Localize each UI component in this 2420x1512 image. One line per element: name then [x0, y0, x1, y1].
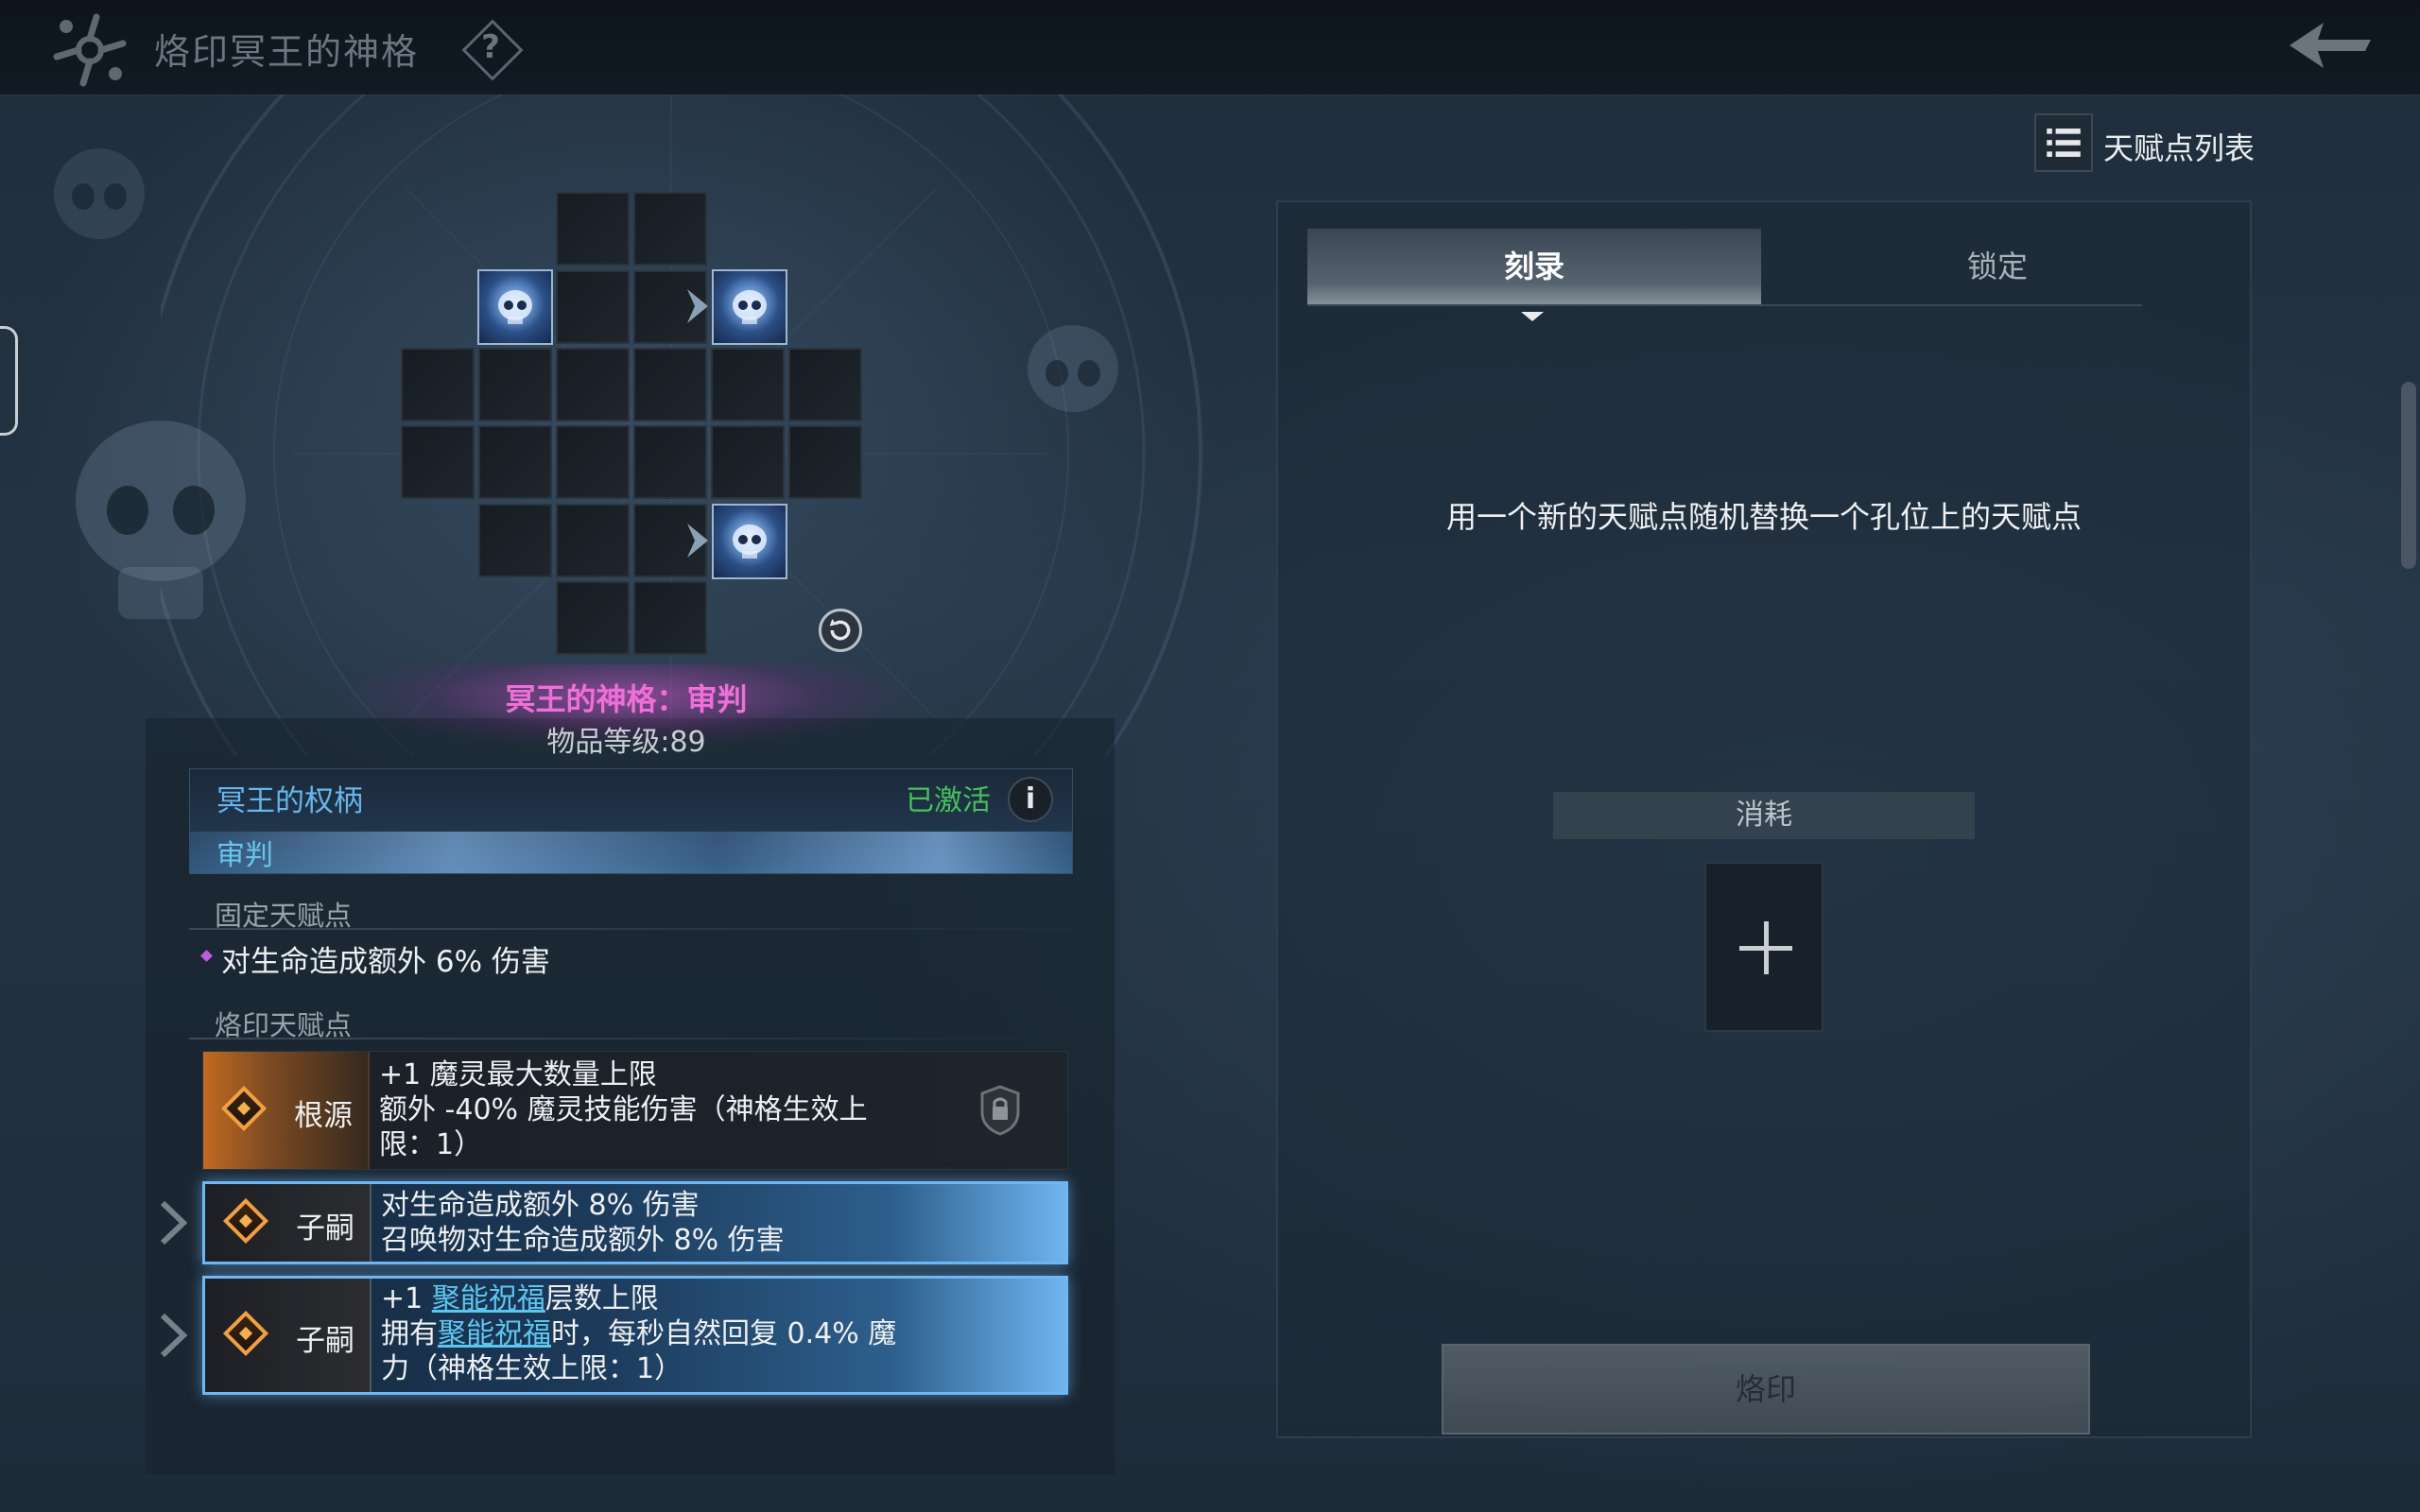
talent-type-label: 子嗣: [296, 1324, 354, 1358]
talent-line: 限：1）: [379, 1128, 483, 1161]
talent-list-button[interactable]: 天赋点列表: [2034, 113, 2261, 176]
talent-type-badge: 根源: [203, 1052, 370, 1169]
talent-line: +1 魔灵最大数量上限: [379, 1058, 657, 1091]
socket-slot[interactable]: [556, 348, 630, 421]
help-button[interactable]: ?: [461, 19, 524, 81]
divider: [189, 928, 1115, 930]
socket-slot[interactable]: [556, 504, 630, 577]
engrave-description: 用一个新的天赋点随机替换一个孔位上的天赋点: [1445, 499, 2082, 535]
talent-text: 层数上限: [544, 1282, 659, 1315]
engrave-button[interactable]: 烙印: [1442, 1344, 2090, 1435]
scepter-name: 冥王的权柄: [216, 784, 363, 818]
talent-line: 力（神格生效上限：1）: [381, 1352, 683, 1385]
talent-text: 拥有: [381, 1317, 438, 1350]
side-drawer-handle[interactable]: [0, 326, 18, 436]
list-icon: [2034, 113, 2093, 172]
top-bar: 烙印冥王的神格 ?: [0, 0, 2420, 95]
scrollbar[interactable]: [2401, 382, 2416, 569]
talent-type-label: 子嗣: [296, 1211, 354, 1246]
skull-ornament: [54, 148, 145, 239]
talent-row-child[interactable]: 子嗣 +1 聚能祝福层数上限 拥有聚能祝福时，每秒自然回复 0.4% 魔 力（神…: [202, 1276, 1068, 1395]
socket-slot[interactable]: [556, 270, 630, 344]
chevron-right-icon: [160, 1200, 187, 1246]
talent-row-root[interactable]: 根源 +1 魔灵最大数量上限 额外 -40% 魔灵技能伤害（神格生效上 限：1）: [202, 1051, 1068, 1170]
info-button[interactable]: i: [1008, 777, 1053, 822]
link-arrow-icon: [687, 289, 708, 323]
talent-line: 对生命造成额外 8% 伤害: [381, 1189, 700, 1222]
lock-icon[interactable]: [978, 1084, 1022, 1137]
socket-slot[interactable]: [478, 425, 552, 499]
tab-engrave[interactable]: 刻录: [1307, 229, 1761, 306]
talent-type-badge: 子嗣: [205, 1184, 372, 1262]
talent-gem-skull-icon[interactable]: [477, 269, 553, 345]
socket-slot[interactable]: [788, 348, 862, 421]
socket-slot[interactable]: [401, 425, 475, 499]
scepter-banner-wave: [190, 832, 1072, 873]
socket-slot[interactable]: [478, 348, 552, 421]
talent-text: +1: [381, 1282, 432, 1315]
help-icon: ?: [481, 28, 500, 66]
socket-slot[interactable]: [556, 425, 630, 499]
chevron-right-icon: [160, 1313, 187, 1358]
socket-slot[interactable]: [556, 581, 630, 655]
talent-type-badge: 子嗣: [205, 1279, 372, 1392]
cost-item-slot[interactable]: [1704, 862, 1824, 1032]
talent-type-label: 根源: [294, 1099, 353, 1133]
skull-ornament: [1028, 325, 1118, 412]
cost-label: 消耗: [1553, 792, 1975, 839]
plus-icon: [1764, 921, 1769, 974]
socket-slot[interactable]: [401, 348, 475, 421]
link-arrow-icon: [687, 524, 708, 558]
talent-gem-skull-icon[interactable]: [712, 504, 787, 579]
socket-slot[interactable]: [633, 348, 707, 421]
fixed-talent-text: 对生命造成额外 6% 伤害: [221, 945, 550, 979]
diamond-rune-icon: [220, 1085, 268, 1132]
socket-slot[interactable]: [788, 425, 862, 499]
talent-row-child[interactable]: 子嗣 对生命造成额外 8% 伤害 召唤物对生命造成额外 8% 伤害: [202, 1181, 1068, 1264]
talent-line: 额外 -40% 魔灵技能伤害（神格生效上: [379, 1093, 868, 1126]
keyword-link[interactable]: 聚能祝福: [438, 1317, 551, 1350]
status-badge: 已激活: [906, 784, 991, 817]
talent-line: 召唤物对生命造成额外 8% 伤害: [381, 1224, 785, 1257]
back-arrow-icon[interactable]: [2278, 17, 2382, 74]
talent-text: 时，每秒自然回复 0.4% 魔: [551, 1317, 897, 1350]
item-name: 冥王的神格：审判: [505, 681, 748, 717]
talent-line: +1 聚能祝福层数上限: [381, 1281, 659, 1316]
socket-slot[interactable]: [633, 192, 707, 266]
socket-slot[interactable]: [633, 425, 707, 499]
socket-slot[interactable]: [711, 348, 785, 421]
reset-rotate-icon[interactable]: [819, 609, 862, 652]
divider: [189, 1038, 1078, 1040]
deity-emblem-icon: [53, 13, 127, 87]
page-title: 烙印冥王的神格: [154, 31, 420, 73]
item-level: 物品等级:89: [546, 726, 706, 759]
scepter-subtype: 审判: [216, 839, 273, 872]
skull-ornament: [76, 421, 246, 619]
active-tab-caret-icon: [1521, 312, 1544, 321]
keyword-link[interactable]: 聚能祝福: [432, 1282, 545, 1315]
socket-slot[interactable]: [633, 581, 707, 655]
talent-line: 拥有聚能祝福时，每秒自然回复 0.4% 魔: [381, 1316, 896, 1351]
diamond-rune-icon: [222, 1197, 269, 1245]
diamond-rune-icon: [222, 1310, 269, 1357]
socket-slot[interactable]: [556, 192, 630, 266]
tab-divider: [1307, 304, 2142, 306]
socket-slot[interactable]: [478, 504, 552, 577]
talent-gem-skull-icon[interactable]: [712, 269, 787, 345]
tab-lock[interactable]: 锁定: [1771, 229, 2224, 306]
talent-list-label: 天赋点列表: [2103, 130, 2256, 166]
socket-slot[interactable]: [711, 425, 785, 499]
